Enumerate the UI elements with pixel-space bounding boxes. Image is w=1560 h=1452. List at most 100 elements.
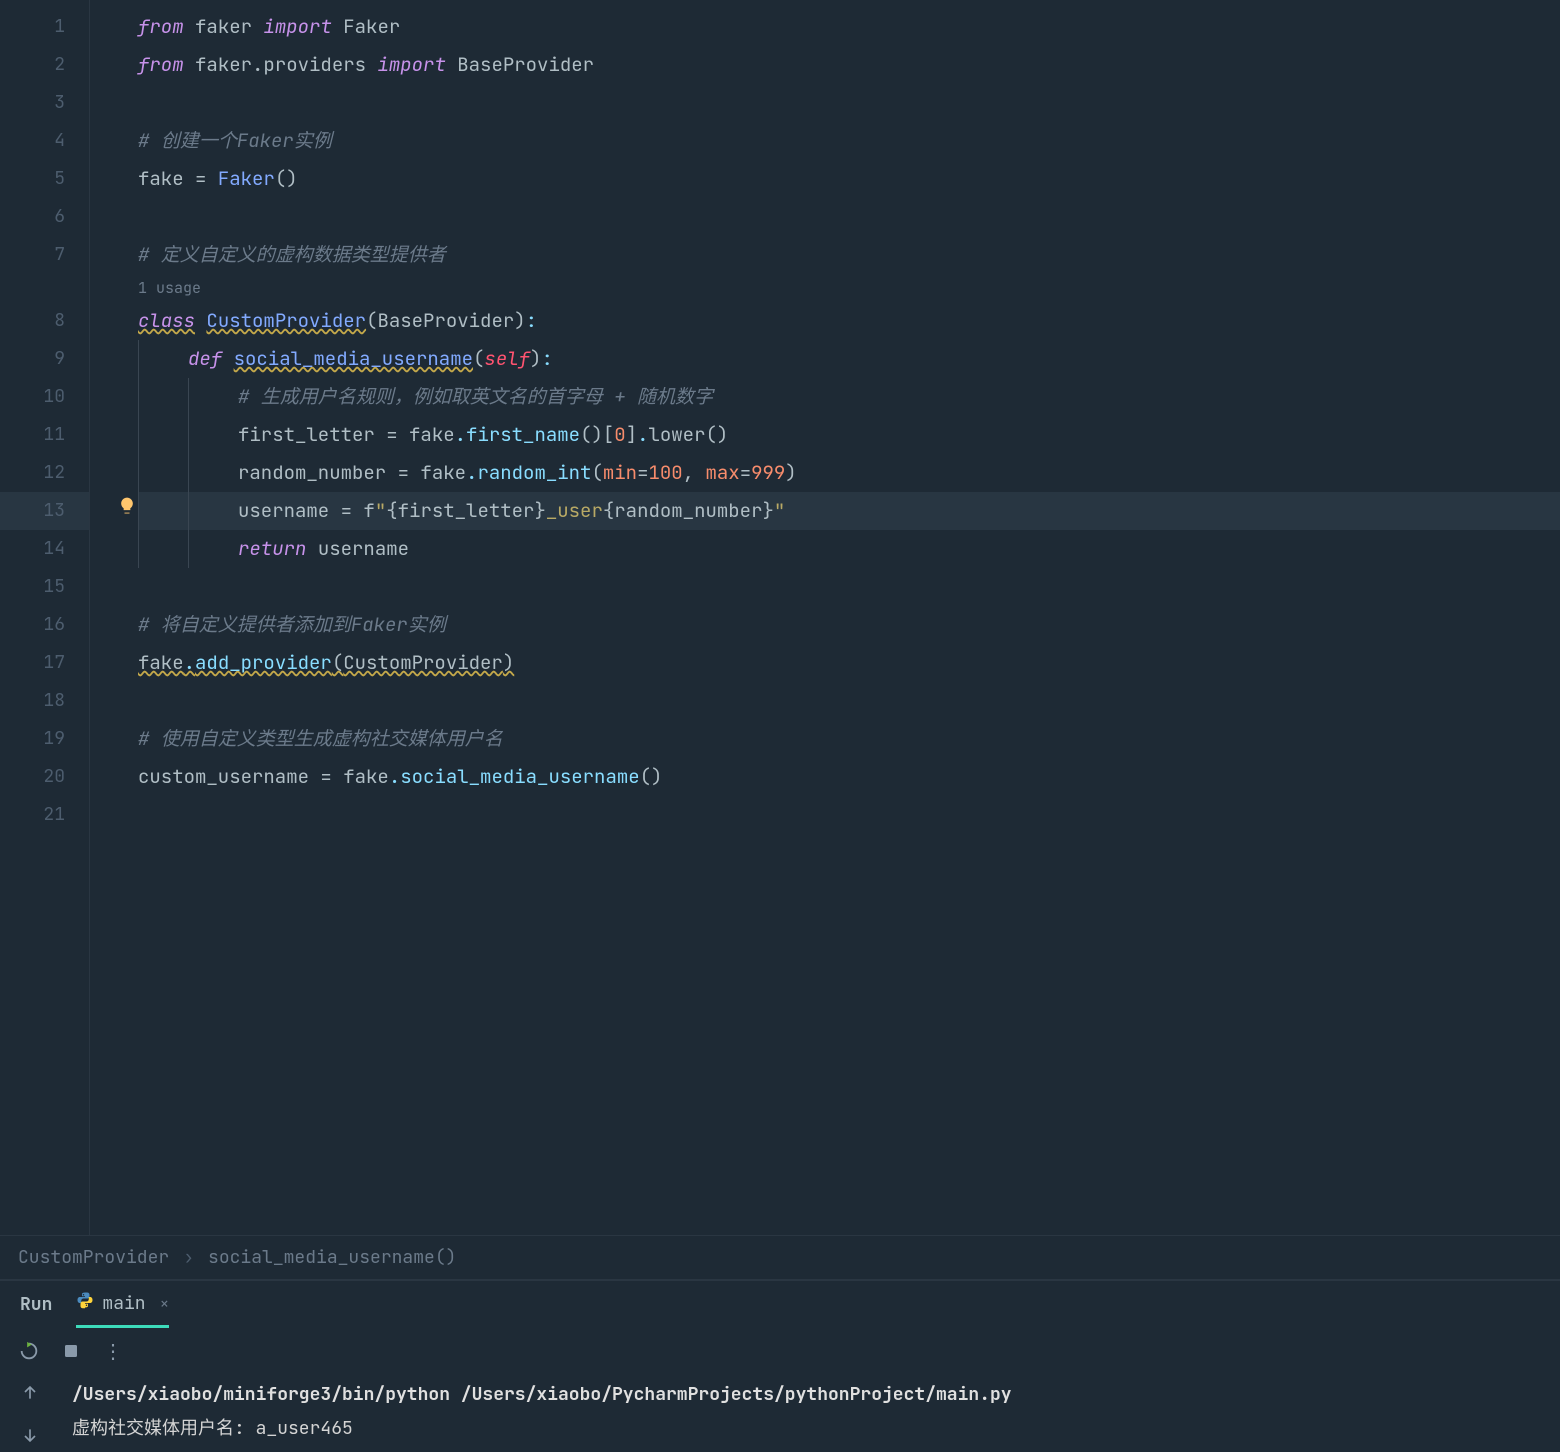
keyword-import: import [377, 52, 445, 77]
class-name: CustomProvider [206, 308, 366, 333]
code-line-17[interactable]: fake.add_provider(CustomProvider) [138, 644, 1560, 682]
code-line-3[interactable] [138, 84, 1560, 122]
comment: # 将自定义提供者添加到Faker实例 [138, 612, 446, 637]
run-side-toolbar [0, 1374, 60, 1452]
line-number[interactable]: 10 [0, 378, 89, 416]
code-line-9[interactable]: def social_media_username(self): [138, 340, 1560, 378]
code-line-19[interactable]: # 使用自定义类型生成虚构社交媒体用户名 [138, 720, 1560, 758]
line-number[interactable]: 8 [0, 302, 89, 340]
run-toolbar: ⋮ [0, 1328, 1560, 1374]
module-name: faker [195, 14, 252, 39]
line-number[interactable]: 11 [0, 416, 89, 454]
arrow-up-icon[interactable] [20, 1382, 40, 1408]
line-number[interactable]: 4 [0, 122, 89, 160]
param-name: min [603, 460, 637, 485]
chevron-right-icon: › [183, 1246, 194, 1269]
variable: custom_username [138, 764, 309, 789]
keyword-import: import [263, 14, 331, 39]
line-number[interactable]: 6 [0, 198, 89, 236]
more-icon[interactable]: ⋮ [102, 1340, 124, 1362]
code-line-6[interactable] [138, 198, 1560, 236]
run-tab-label: main [102, 1292, 145, 1315]
fstring-brace: } [762, 498, 773, 523]
code-line-14[interactable]: return username [138, 530, 1560, 568]
console-output-line: 虚构社交媒体用户名: a_user465 [72, 1412, 1012, 1446]
line-number[interactable]: 1 [0, 8, 89, 46]
line-number[interactable]: 9 [0, 340, 89, 378]
method-call: first_name [466, 422, 580, 447]
line-number[interactable]: 21 [0, 796, 89, 834]
code-line-16[interactable]: # 将自定义提供者添加到Faker实例 [138, 606, 1560, 644]
module-name: faker.providers [195, 52, 366, 77]
line-number[interactable]: 14 [0, 530, 89, 568]
run-tab-main[interactable]: main × [76, 1291, 169, 1328]
code-line-21[interactable] [138, 796, 1560, 834]
run-panel-label[interactable]: Run [20, 1293, 52, 1326]
line-number[interactable]: 20 [0, 758, 89, 796]
parens: () [275, 166, 298, 191]
close-icon[interactable]: × [160, 1293, 170, 1314]
run-panel: Run main × ⋮ /Users/xiaobo/miniforge3/ [0, 1279, 1560, 1452]
line-number[interactable]: 17 [0, 644, 89, 682]
string-text: _user [546, 498, 603, 523]
rerun-icon[interactable] [18, 1340, 40, 1362]
class-ref: CustomProvider [343, 650, 503, 675]
class-name: BaseProvider [457, 52, 594, 77]
variable: username [238, 498, 329, 523]
code-line-4[interactable]: # 创建一个Faker实例 [138, 122, 1560, 160]
run-tabs: Run main × [0, 1281, 1560, 1328]
line-number-text: 13 [43, 499, 65, 522]
base-class: BaseProvider [377, 308, 514, 333]
line-number[interactable]: 15 [0, 568, 89, 606]
code-line-7[interactable]: # 定义自定义的虚构数据类型提供者 [138, 236, 1560, 274]
breadcrumb-class[interactable]: CustomProvider [18, 1246, 169, 1269]
arrow-down-icon[interactable] [20, 1426, 40, 1452]
code-line-10[interactable]: # 生成用户名规则，例如取英文名的首字母 + 随机数字 [138, 378, 1560, 416]
code-line-8[interactable]: class CustomProvider(BaseProvider): [138, 302, 1560, 340]
line-number[interactable]: 7 [0, 236, 89, 274]
keyword-return: return [238, 536, 306, 561]
code-line-20[interactable]: custom_username = fake.social_media_user… [138, 758, 1560, 796]
line-number[interactable]: 18 [0, 682, 89, 720]
line-number[interactable]: 3 [0, 84, 89, 122]
class-name: Faker [343, 14, 400, 39]
stop-icon[interactable] [60, 1340, 82, 1362]
code-line-12[interactable]: random_number = fake.random_int(min=100,… [138, 454, 1560, 492]
code-line-18[interactable] [138, 682, 1560, 720]
operator: = [184, 166, 218, 191]
editor-area: 1 2 3 4 5 6 7 8 9 10 11 12 13 14 15 16 1… [0, 0, 1560, 1235]
line-number[interactable]: 16 [0, 606, 89, 644]
code-area[interactable]: from faker import Faker from faker.provi… [90, 0, 1560, 1235]
code-line-13[interactable]: username = f"{first_letter}_user{random_… [138, 492, 1560, 530]
console-output[interactable]: /Users/xiaobo/miniforge3/bin/python /Use… [60, 1374, 1040, 1452]
code-line-11[interactable]: first_letter = fake.first_name()[0].lowe… [138, 416, 1560, 454]
line-number[interactable]: 13 [0, 492, 89, 530]
line-number[interactable]: 5 [0, 160, 89, 198]
code-line-2[interactable]: from faker.providers import BaseProvider [138, 46, 1560, 84]
variable: first_letter [238, 422, 375, 447]
fstring-var: first_letter [398, 498, 535, 523]
line-number[interactable]: 12 [0, 454, 89, 492]
usage-hint[interactable]: 1 usage [138, 274, 1560, 302]
fstring-var: random_number [614, 498, 762, 523]
usage-hint-gutter [0, 274, 89, 302]
method-call: random_int [477, 460, 591, 485]
keyword-from: from [138, 52, 184, 77]
number: 999 [751, 460, 785, 485]
variable: username [318, 536, 409, 561]
keyword-def: def [188, 346, 222, 371]
method-call: social_media_username [400, 764, 639, 789]
breadcrumb-method[interactable]: social_media_username() [208, 1246, 456, 1269]
line-number[interactable]: 2 [0, 46, 89, 84]
variable: fake [420, 460, 466, 485]
code-line-1[interactable]: from faker import Faker [138, 8, 1560, 46]
breadcrumb[interactable]: CustomProvider › social_media_username() [0, 1235, 1560, 1279]
fstring-brace: { [603, 498, 614, 523]
string-quote: " [774, 498, 785, 523]
code-line-5[interactable]: fake = Faker() [138, 160, 1560, 198]
number: 100 [648, 460, 682, 485]
line-number[interactable]: 19 [0, 720, 89, 758]
comment: # 使用自定义类型生成虚构社交媒体用户名 [138, 726, 503, 751]
console-command-line: /Users/xiaobo/miniforge3/bin/python /Use… [72, 1378, 1012, 1412]
code-line-15[interactable] [138, 568, 1560, 606]
